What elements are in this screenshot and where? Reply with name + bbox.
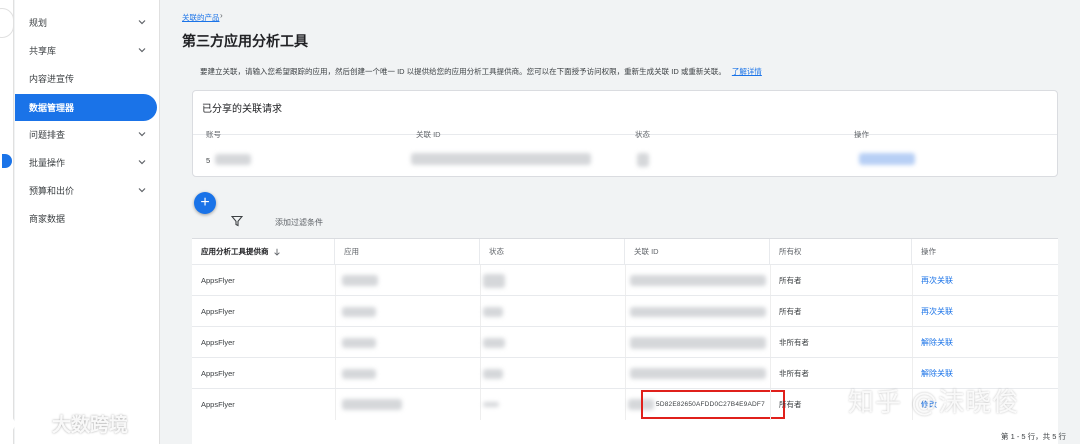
sidebar-item-content[interactable]: 内容进宣传: [15, 65, 157, 92]
relink-button[interactable]: 再次关联: [912, 265, 953, 296]
rail-menu-button[interactable]: [0, 8, 14, 38]
shared-requests-card: 已分享的关联请求 账号 关联 ID 状态 操作 5: [192, 90, 1058, 177]
cell-ownership: 非所有者: [779, 369, 809, 378]
chevron-down-icon: [138, 48, 146, 53]
sidebar-item-business-data[interactable]: 商家数据: [15, 205, 157, 232]
sidebar-item-budgets-bids[interactable]: 预算和出价: [15, 177, 157, 204]
column-header-app[interactable]: 应用: [335, 239, 480, 264]
cell-provider: AppsFlyer: [201, 307, 235, 316]
description-text: 要建立关联，请输入您希望跟踪的应用，然后创建一个唯一 ID 以提供给您的应用分析…: [200, 67, 726, 76]
cell-provider: AppsFlyer: [201, 369, 235, 378]
column-header-action: 操作: [912, 239, 1058, 264]
cell-provider: AppsFlyer: [201, 338, 235, 347]
redacted-link-id: [630, 368, 766, 379]
redacted-app: [342, 307, 376, 317]
chevron-down-icon: [138, 160, 146, 165]
column-header-label: 所有权: [779, 247, 802, 256]
redacted-action-link[interactable]: [859, 153, 915, 165]
column-action: 操作: [854, 130, 869, 139]
page-title: 第三方应用分析工具: [182, 33, 308, 49]
redacted-status: [483, 402, 499, 407]
sidebar-item-label: 问题排查: [29, 130, 66, 140]
sidebar-item-label: 规划: [29, 18, 48, 28]
cell-provider: AppsFlyer: [201, 276, 235, 285]
app-rail: [0, 0, 14, 444]
account-prefix: 5: [206, 156, 211, 165]
sidebar-item-label: 数据管理器: [29, 103, 75, 113]
breadcrumb-linked-products[interactable]: 关联的产品: [182, 12, 220, 23]
chevron-down-icon: [138, 132, 146, 137]
redacted-link-id: [411, 153, 591, 165]
watermark-brand: 大数跨境: [8, 410, 128, 437]
redacted-app: [342, 275, 378, 286]
column-header-label: 关联 ID: [634, 247, 659, 256]
cell-ownership: 非所有者: [779, 338, 809, 347]
column-header-label: 操作: [921, 247, 936, 256]
column-header-provider[interactable]: 应用分析工具提供商: [192, 239, 335, 264]
sidebar-item-label: 预算和出价: [29, 186, 75, 196]
sidebar-item-shared-library[interactable]: 共享库: [15, 37, 157, 64]
sidebar-item-planning[interactable]: 规划: [15, 9, 157, 36]
column-link-id: 关联 ID: [416, 130, 441, 139]
chevron-down-icon: [138, 20, 146, 25]
plus-icon: +: [200, 194, 210, 211]
redacted-status: [483, 338, 505, 348]
sidebar-item-label: 商家数据: [29, 214, 66, 224]
column-header-label: 应用: [344, 247, 359, 256]
cell-ownership: 所有者: [779, 307, 802, 316]
redacted-link-id: [630, 275, 766, 286]
learn-more-link[interactable]: 了解详情: [732, 67, 762, 76]
table-row: AppsFlyer 所有者 再次关联: [192, 295, 1058, 327]
arrow-down-icon: [273, 248, 280, 256]
pagination-summary: 第 1 - 5 行，共 5 行: [1000, 432, 1066, 441]
brand-logo-icon: [9, 415, 48, 432]
redacted-app: [342, 399, 402, 410]
relink-button[interactable]: 再次关联: [912, 296, 953, 327]
column-header-ownership[interactable]: 所有权: [770, 239, 912, 264]
redacted-status: [483, 307, 503, 317]
link-id-highlight: [641, 390, 785, 419]
watermark-brand-text: 大数跨境: [52, 414, 129, 436]
sidebar-item-bulk-actions[interactable]: 批量操作: [15, 149, 157, 176]
shared-requests-header: 账号 关联 ID 状态 操作: [193, 117, 1057, 139]
chevron-down-icon: [138, 188, 146, 193]
breadcrumb-separator: ›: [220, 11, 223, 20]
sidebar-item-label: 内容进宣传: [29, 74, 75, 84]
column-header-status[interactable]: 状态: [480, 239, 625, 264]
cell-ownership: 所有者: [779, 276, 802, 285]
sidebar-item-troubleshooting[interactable]: 问题排查: [15, 121, 157, 148]
redacted-link-id: [630, 337, 766, 349]
main-content: 关联的产品 › 第三方应用分析工具 要建立关联，请输入您希望跟踪的应用，然后创建…: [172, 0, 1080, 444]
sidebar-item-data-manager[interactable]: 数据管理器: [15, 94, 157, 121]
sidebar-item-label: 共享库: [29, 46, 57, 56]
add-button[interactable]: +: [194, 192, 216, 214]
cell-provider: AppsFlyer: [201, 400, 235, 409]
cell-ownership: 所有者: [779, 400, 802, 409]
column-account: 账号: [206, 130, 221, 139]
redacted-status: [483, 369, 503, 379]
redacted-status: [483, 274, 505, 288]
table-row: AppsFlyer 所有者 再次关联: [192, 264, 1058, 296]
redacted-link-id: [630, 307, 766, 317]
redacted-status: [637, 153, 649, 167]
sidebar: 规划 共享库 内容进宣传 数据管理器 问题排查 批量操作 预算和出价 商家数据: [15, 0, 160, 444]
column-header-link-id[interactable]: 关联 ID: [625, 239, 770, 264]
column-status: 状态: [635, 130, 650, 139]
shared-requests-title: 已分享的关联请求: [202, 104, 282, 115]
redacted-account: [215, 154, 251, 165]
watermark-zhihu: 知乎 @沫晓俊: [848, 388, 1020, 418]
column-header-label: 状态: [489, 247, 504, 256]
column-header-label: 应用分析工具提供商: [201, 247, 269, 256]
add-filter-button[interactable]: 添加过滤条件: [275, 217, 323, 228]
filter-icon[interactable]: [231, 215, 243, 227]
page-description: 要建立关联，请输入您希望跟踪的应用，然后创建一个唯一 ID 以提供给您的应用分析…: [200, 66, 762, 77]
sidebar-item-label: 批量操作: [29, 158, 66, 168]
table-row: AppsFlyer 非所有者 解除关联: [192, 326, 1058, 358]
redacted-app: [342, 369, 376, 379]
redacted-app: [342, 338, 376, 348]
rail-active-indicator: [2, 154, 12, 168]
unlink-button[interactable]: 解除关联: [912, 327, 953, 358]
